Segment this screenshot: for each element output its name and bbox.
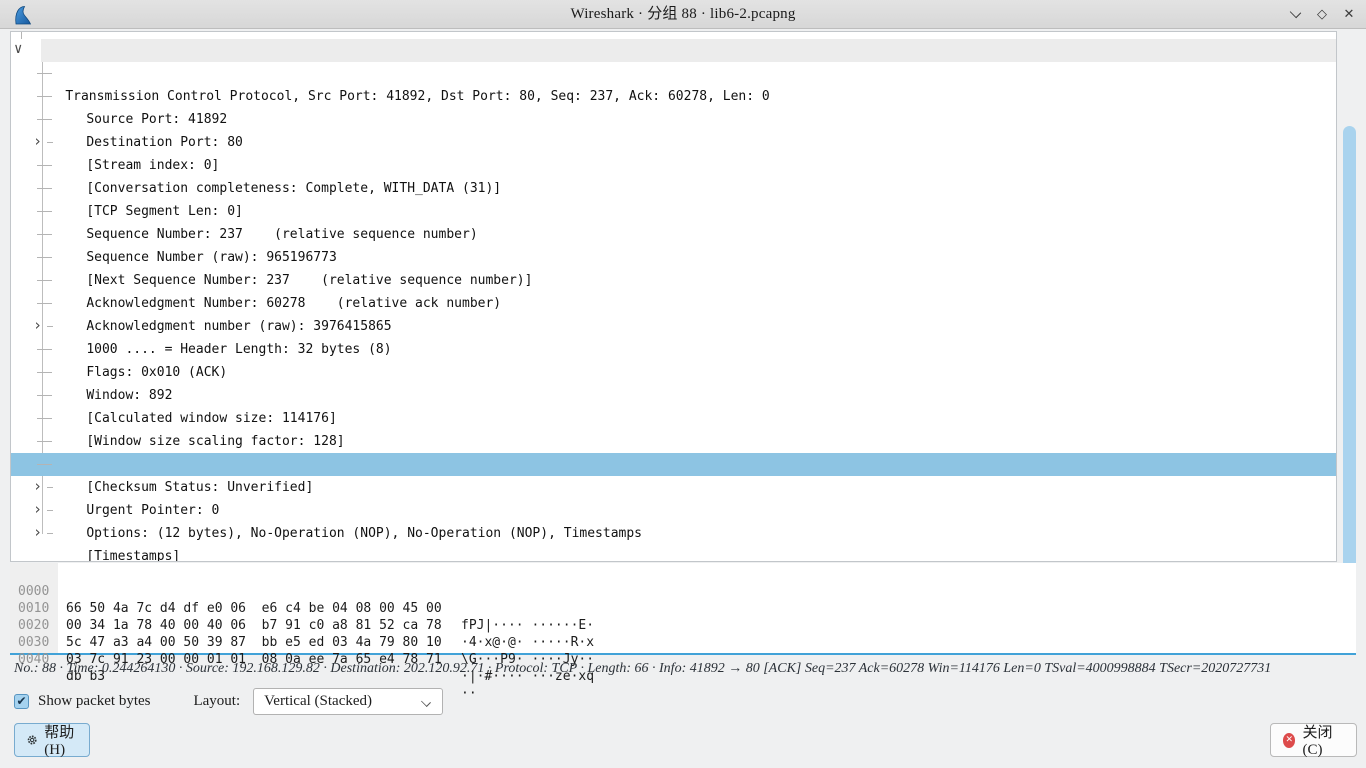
show-packet-bytes-label[interactable]: Show packet bytes: [38, 693, 150, 710]
hex-row[interactable]: 0020 5c 47 a3 a4 00 50 39 87 bb e5 ed 03…: [10, 600, 1356, 617]
layout-select[interactable]: Vertical (Stacked): [253, 688, 443, 715]
expander-icon[interactable]: ›: [33, 314, 42, 337]
hex-row[interactable]: 0030 03 7c 91 23 00 00 01 01 08 0a ee 7a…: [10, 617, 1356, 634]
packet-detail-row[interactable]: Sequence Number: 237 (relative sequence …: [11, 177, 1336, 200]
packet-bytes-pane[interactable]: 0000 66 50 4a 7c d4 df e0 06 e6 c4 be 04…: [10, 563, 1356, 655]
expander-icon[interactable]: ›: [33, 130, 42, 153]
help-button-label: 帮助(H): [44, 721, 77, 759]
check-icon: ✔: [16, 695, 26, 707]
window-close-icon[interactable]: ✕: [1342, 8, 1356, 22]
packet-detail-row[interactable]: › [SEQ/ACK analysis]: [11, 522, 1336, 545]
layout-selected-value: Vertical (Stacked): [264, 693, 372, 710]
packet-detail-row[interactable]: [Stream index: 0]: [11, 108, 1336, 131]
hex-row[interactable]: 0000 66 50 4a 7c d4 df e0 06 e6 c4 be 04…: [10, 566, 1356, 583]
expander-icon[interactable]: ∨: [14, 38, 22, 61]
window-maximize-icon[interactable]: ◇: [1315, 8, 1329, 22]
hex-row[interactable]: 0010 00 34 1a 78 40 00 40 06 b7 91 c0 a8…: [10, 583, 1356, 600]
layout-label: Layout:: [193, 693, 240, 710]
close-badge-icon: ✕: [1283, 733, 1295, 748]
packet-detail-row[interactable]: Acknowledgment Number: 60278 (relative a…: [11, 246, 1336, 269]
packet-detail-row[interactable]: 1000 .... = Header Length: 32 bytes (8): [11, 292, 1336, 315]
packet-summary-line: No.: 88 · Time: 0.244264130 · Source: 19…: [14, 661, 1354, 677]
packet-detail-row[interactable]: Source Port: 41892: [11, 62, 1336, 85]
expander-icon[interactable]: ›: [33, 498, 42, 521]
packet-detail-row[interactable]: Acknowledgment number (raw): 3976415865: [11, 269, 1336, 292]
close-button-label: 关闭(C): [1302, 721, 1344, 759]
packet-detail-tree[interactable]: ∨ Transmission Control Protocol, Src Por…: [10, 31, 1337, 562]
hex-row[interactable]: 0040 db b3 ··: [10, 634, 1356, 651]
help-lifebuoy-icon: [27, 732, 37, 748]
packet-detail-row[interactable]: Urgent Pointer: 0: [11, 453, 1336, 476]
tree-scrollbar-thumb[interactable]: [1343, 126, 1356, 588]
window-titlebar[interactable]: Wireshark · 分组 88 · lib6-2.pcapng ◇ ✕: [0, 0, 1366, 29]
packet-detail-row[interactable]: [Window size scaling factor: 128]: [11, 384, 1336, 407]
packet-detail-row[interactable]: Window: 892: [11, 338, 1336, 361]
packet-detail-label: [Timestamps]: [86, 549, 180, 562]
packet-detail-row[interactable]: › Flags: 0x010 (ACK): [11, 315, 1336, 338]
packet-detail-row[interactable]: › [Timestamps]: [11, 499, 1336, 522]
help-button[interactable]: 帮助(H): [14, 723, 90, 757]
packet-detail-row[interactable]: [TCP Segment Len: 0]: [11, 154, 1336, 177]
window-minimize-icon[interactable]: [1288, 8, 1302, 22]
packet-detail-row[interactable]: [Calculated window size: 114176]: [11, 361, 1336, 384]
packet-detail-row[interactable]: Sequence Number (raw): 965196773: [11, 200, 1336, 223]
tree-scrollbar-track[interactable]: [1338, 31, 1366, 562]
packet-detail-row[interactable]: › [Conversation completeness: Complete, …: [11, 131, 1336, 154]
hex-ascii[interactable]: ··: [461, 685, 477, 702]
packet-detail-row[interactable]: [Checksum Status: Unverified]: [11, 430, 1336, 453]
packet-detail-row[interactable]: ∨ Transmission Control Protocol, Src Por…: [11, 39, 1336, 62]
close-button[interactable]: ✕ 关闭(C): [1270, 723, 1357, 757]
packet-detail-row[interactable]: › Options: (12 bytes), No-Operation (NOP…: [11, 476, 1336, 499]
chevron-down-icon: [421, 697, 431, 707]
packet-detail-row[interactable]: [Next Sequence Number: 237 (relative seq…: [11, 223, 1336, 246]
packet-detail-row[interactable]: Checksum: 0x9123 [unverified]: [11, 407, 1336, 430]
packet-detail-row[interactable]: Destination Port: 80: [11, 85, 1336, 108]
expander-icon[interactable]: ›: [33, 475, 42, 498]
expander-icon[interactable]: ›: [33, 521, 42, 544]
window-title: Wireshark · 分组 88 · lib6-2.pcapng: [0, 0, 1366, 29]
show-packet-bytes-checkbox[interactable]: ✔: [14, 694, 29, 709]
